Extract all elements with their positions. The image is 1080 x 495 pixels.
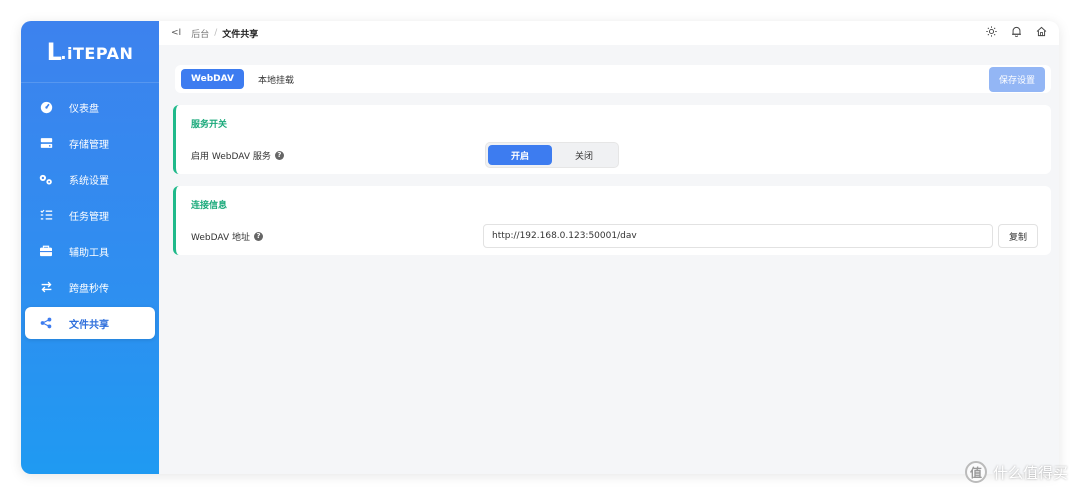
sidebar-nav: 仪表盘 存储管理 系统设置 任务管理 辅助工具 跨盘秒传 文件共享 xyxy=(21,91,159,339)
sidebar-item-file-share[interactable]: 文件共享 xyxy=(25,307,155,339)
home-icon[interactable] xyxy=(1036,26,1047,40)
logo: L .iTEPAN xyxy=(21,21,159,83)
section-title: 连接信息 xyxy=(191,201,228,211)
enable-webdav-label: 启用 WebDAV 服务 xyxy=(191,151,271,162)
share-icon xyxy=(39,316,53,330)
app-window: L .iTEPAN 仪表盘 存储管理 系统设置 任务管理 辅助工具 跨盘秒传 文… xyxy=(21,21,1059,474)
sidebar-item-label: 任务管理 xyxy=(69,211,109,223)
webdav-address-label: WebDAV 地址 xyxy=(191,232,250,243)
sidebar-item-label: 跨盘秒传 xyxy=(69,283,109,295)
watermark-text: 什么值得买 xyxy=(992,463,1068,482)
tab-local-mount[interactable]: 本地挂载 xyxy=(248,68,304,91)
breadcrumb-root[interactable]: 后台 xyxy=(191,27,209,40)
storage-icon xyxy=(39,136,53,150)
collapse-sidebar-button[interactable]: <I xyxy=(171,28,181,38)
sidebar-item-transfer[interactable]: 跨盘秒传 xyxy=(25,271,155,303)
service-switch-section: 服务开关 启用 WebDAV 服务 ? 开启 关闭 xyxy=(173,105,1051,174)
breadcrumb-separator: / xyxy=(214,28,218,38)
webdav-url-field[interactable]: http://192.168.0.123:50001/dav xyxy=(483,224,993,248)
tab-webdav[interactable]: WebDAV xyxy=(181,69,244,89)
transfer-arrows-icon xyxy=(39,280,53,294)
copy-button[interactable]: 复制 xyxy=(998,224,1038,248)
toolbox-icon xyxy=(39,244,53,258)
dashboard-icon xyxy=(39,100,53,114)
main-content: <I 后台 / 文件共享 WebDAV 本地挂载 保存设置 服务开关 启用 We… xyxy=(159,21,1059,474)
sidebar-item-label: 仪表盘 xyxy=(69,103,99,115)
sidebar-item-system-settings[interactable]: 系统设置 xyxy=(25,163,155,195)
sidebar-item-label: 系统设置 xyxy=(69,175,109,187)
logo-text: .iTEPAN xyxy=(60,43,134,63)
toggle-off-button[interactable]: 关闭 xyxy=(552,145,616,165)
sidebar-item-storage[interactable]: 存储管理 xyxy=(25,127,155,159)
help-icon[interactable]: ? xyxy=(274,150,284,160)
save-settings-button[interactable]: 保存设置 xyxy=(988,66,1045,92)
task-list-icon xyxy=(39,208,53,222)
sidebar-item-tasks[interactable]: 任务管理 xyxy=(25,199,155,231)
service-toggle: 开启 关闭 xyxy=(485,142,619,168)
breadcrumb-current: 文件共享 xyxy=(222,29,259,40)
breadcrumb: <I 后台 / 文件共享 xyxy=(159,21,1059,45)
sidebar: L .iTEPAN 仪表盘 存储管理 系统设置 任务管理 辅助工具 跨盘秒传 文… xyxy=(21,21,159,474)
watermark: 值 什么值得买 xyxy=(964,461,1068,483)
help-icon[interactable]: ? xyxy=(254,231,263,241)
gears-icon xyxy=(39,172,53,186)
toggle-on-button[interactable]: 开启 xyxy=(488,145,552,165)
sun-icon[interactable] xyxy=(986,26,997,40)
connection-info-section: 连接信息 WebDAV 地址 ? http://192.168.0.123:50… xyxy=(173,186,1051,255)
tab-bar: WebDAV 本地挂载 保存设置 xyxy=(175,65,1051,93)
sidebar-item-label: 存储管理 xyxy=(69,139,109,151)
bell-icon[interactable] xyxy=(1011,26,1022,40)
sidebar-item-label: 辅助工具 xyxy=(69,247,109,259)
watermark-badge: 值 xyxy=(964,461,987,483)
section-title: 服务开关 xyxy=(191,120,228,130)
sidebar-item-tools[interactable]: 辅助工具 xyxy=(25,235,155,267)
sidebar-item-dashboard[interactable]: 仪表盘 xyxy=(25,91,155,123)
sidebar-item-label: 文件共享 xyxy=(69,319,109,331)
